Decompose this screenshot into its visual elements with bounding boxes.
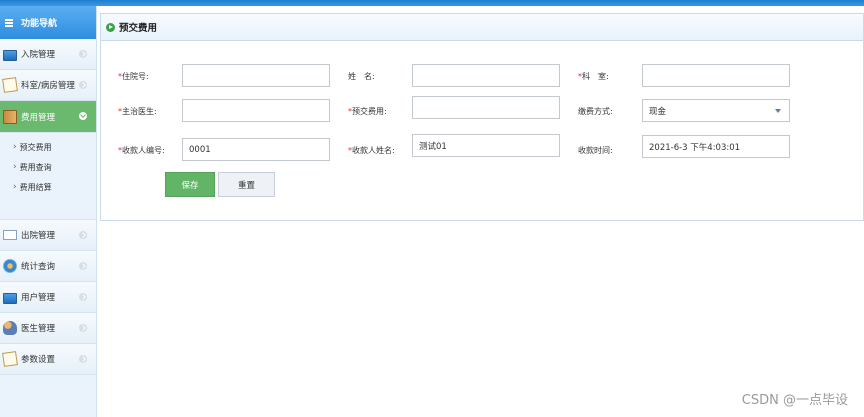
label-text: 收款人编号: (122, 146, 165, 155)
sidebar-item-admission[interactable]: 入院管理 (0, 39, 96, 70)
sidebar-item-label: 参数设置 (21, 355, 56, 365)
chevron-right-icon (79, 50, 87, 58)
collector-name-input[interactable]: 测试01 (412, 134, 560, 157)
label-text: 主治医生: (122, 107, 157, 116)
sidebar-item-settings[interactable]: 参数设置 (0, 344, 96, 375)
sidebar-item-label: 医生管理 (21, 324, 56, 334)
label-text: 收款人姓名: (352, 146, 395, 155)
pay-time-input[interactable]: 2021-6-3 下午4:03:01 (642, 135, 790, 158)
chevron-right-icon (79, 231, 87, 239)
monitor-icon (3, 292, 17, 304)
dept-label: *科 室: (578, 71, 609, 82)
save-button[interactable]: 保存 (165, 172, 215, 197)
watermark: CSDN @一点毕设 (741, 393, 848, 408)
pay-time-label: 收款时间: (578, 146, 613, 155)
users-icon (3, 321, 17, 335)
submenu-item-fee-query[interactable]: 费用查询 (0, 157, 96, 177)
prepaid-label: *预交费用: (348, 106, 387, 117)
monitor-icon (3, 49, 17, 61)
collector-no-input[interactable]: 0001 (182, 138, 330, 161)
payment-method-select[interactable]: 现金 (642, 99, 790, 122)
gear-icon (3, 259, 17, 273)
chevron-down-icon (79, 112, 87, 120)
notepad-icon (2, 351, 18, 367)
prepaid-form-panel: 预交费用 *住院号: 姓 名: *科 室: *主治医生: *预交费用: 缴费方式… (100, 13, 864, 221)
inpatient-no-label: *住院号: (118, 71, 149, 82)
chevron-right-icon (79, 81, 87, 89)
doctor-label: *主治医生: (118, 106, 157, 117)
sidebar: 功能导航 入院管理 科室/病房管理 费用管理 预交费用 费用查询 费用结算 出院… (0, 6, 97, 417)
submenu-item-prepaid[interactable]: 预交费用 (0, 137, 96, 157)
payment-method-value: 现金 (649, 106, 667, 117)
chevron-right-icon (79, 355, 87, 363)
sidebar-item-fees[interactable]: 费用管理 (0, 101, 96, 133)
department-input[interactable] (642, 64, 790, 87)
sidebar-item-label: 费用管理 (21, 112, 56, 123)
nav-header: 功能导航 (0, 6, 96, 39)
chevron-right-icon (79, 262, 87, 270)
sidebar-item-users[interactable]: 用户管理 (0, 282, 96, 313)
panel-title: 预交费用 (119, 23, 158, 34)
collector-name-label: *收款人姓名: (348, 145, 395, 156)
fees-submenu: 预交费用 费用查询 费用结算 (0, 133, 96, 220)
sidebar-item-doctors[interactable]: 医生管理 (0, 313, 96, 344)
mail-icon (3, 230, 17, 240)
submenu-item-settlement[interactable]: 费用结算 (0, 177, 96, 197)
sidebar-item-label: 用户管理 (21, 293, 56, 303)
label-text: 住院号: (122, 72, 149, 81)
label-text: 科 室: (582, 72, 609, 81)
payment-method-label: 缴费方式: (578, 107, 613, 116)
sidebar-item-department[interactable]: 科室/病房管理 (0, 70, 96, 101)
reset-button[interactable]: 重置 (218, 172, 275, 197)
collector-no-label: *收款人编号: (118, 145, 165, 156)
notepad-icon (2, 77, 18, 93)
inpatient-no-input[interactable] (182, 64, 330, 87)
book-icon (3, 109, 17, 124)
sidebar-item-label: 入院管理 (21, 50, 56, 60)
sidebar-item-label: 出院管理 (21, 231, 56, 241)
sidebar-item-label: 科室/病房管理 (21, 81, 75, 91)
list-icon (5, 18, 13, 27)
sidebar-item-statistics[interactable]: 统计查询 (0, 251, 96, 282)
name-label: 姓 名: (348, 72, 375, 81)
chevron-right-icon (79, 324, 87, 332)
chevron-down-icon (775, 108, 781, 113)
sidebar-item-label: 统计查询 (21, 262, 56, 272)
label-text: 预交费用: (352, 107, 387, 116)
sidebar-item-discharge[interactable]: 出院管理 (0, 220, 96, 251)
play-circle-icon (106, 22, 115, 32)
patient-name-input[interactable] (412, 64, 560, 87)
chevron-right-icon (79, 293, 87, 301)
prepaid-amount-input[interactable] (412, 96, 560, 119)
panel-header: 预交费用 (101, 14, 863, 41)
doctor-input[interactable] (182, 99, 330, 122)
nav-header-title: 功能导航 (21, 19, 58, 29)
main-content: 预交费用 *住院号: 姓 名: *科 室: *主治医生: *预交费用: 缴费方式… (97, 6, 864, 417)
